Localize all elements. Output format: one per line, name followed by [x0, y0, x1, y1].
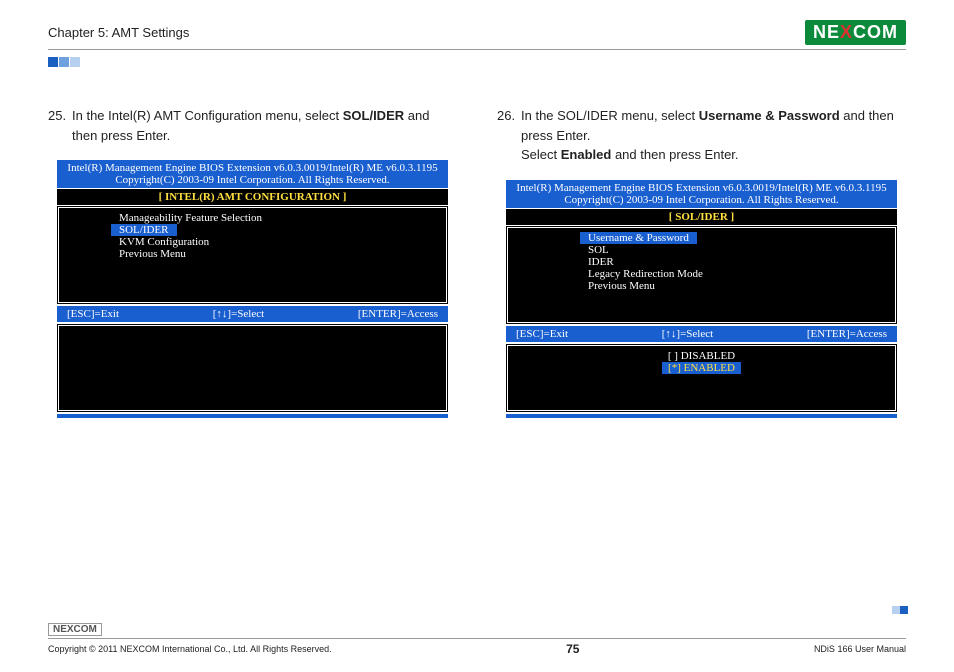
- menu-item: Manageability Feature Selection: [59, 212, 446, 224]
- menu-item: Legacy Redirection Mode: [508, 268, 895, 280]
- bios-header-line: Intel(R) Management Engine BIOS Extensio…: [61, 162, 444, 174]
- menu-item-selected: Username & Password: [580, 232, 697, 244]
- footer-copyright: Copyright © 2011 NEXCOM International Co…: [48, 644, 332, 654]
- chapter-title: Chapter 5: AMT Settings: [48, 25, 189, 40]
- footer-manual-name: NDiS 166 User Manual: [814, 644, 906, 654]
- bios-hint-bar: [ESC]=Exit [↑↓]=Select [ENTER]=Access: [505, 325, 898, 343]
- option-disabled: [ ] DISABLED: [508, 350, 895, 362]
- bios-menu-title: [ SOL/IDER ]: [505, 209, 898, 225]
- step-text: In the Intel(R) AMT Configuration menu, …: [72, 106, 457, 145]
- bios-copyright: Copyright(C) 2003-09 Intel Corporation. …: [510, 194, 893, 206]
- menu-item: Previous Menu: [508, 280, 895, 292]
- bios-option-box: [ ] DISABLED [*] ENABLED: [505, 343, 898, 413]
- step-number: 26.: [497, 106, 521, 165]
- bios-hint-bar: [ESC]=Exit [↑↓]=Select [ENTER]=Access: [56, 305, 449, 323]
- bios-screen-right: Intel(R) Management Engine BIOS Extensio…: [505, 179, 898, 419]
- menu-item-selected: SOL/IDER: [111, 224, 177, 236]
- decorative-corner: [892, 603, 908, 617]
- menu-item: KVM Configuration: [59, 236, 446, 248]
- menu-item: SOL: [508, 244, 895, 256]
- menu-item: IDER: [508, 256, 895, 268]
- bios-header-line: Intel(R) Management Engine BIOS Extensio…: [510, 182, 893, 194]
- step-number: 25.: [48, 106, 72, 145]
- footer-logo: NEXCOM: [48, 623, 102, 636]
- page-number: 75: [566, 642, 579, 656]
- menu-item: Previous Menu: [59, 248, 446, 260]
- bios-lower-box: [56, 323, 449, 413]
- option-enabled-selected: [*] ENABLED: [662, 362, 741, 374]
- bios-copyright: Copyright(C) 2003-09 Intel Corporation. …: [61, 174, 444, 186]
- bios-screen-left: Intel(R) Management Engine BIOS Extensio…: [56, 159, 449, 419]
- bios-menu-title: [ INTEL(R) AMT CONFIGURATION ]: [56, 189, 449, 205]
- nexcom-logo: NEXCOM: [805, 20, 906, 45]
- decorative-squares: [48, 56, 906, 70]
- step-text: In the SOL/IDER menu, select Username & …: [521, 106, 906, 165]
